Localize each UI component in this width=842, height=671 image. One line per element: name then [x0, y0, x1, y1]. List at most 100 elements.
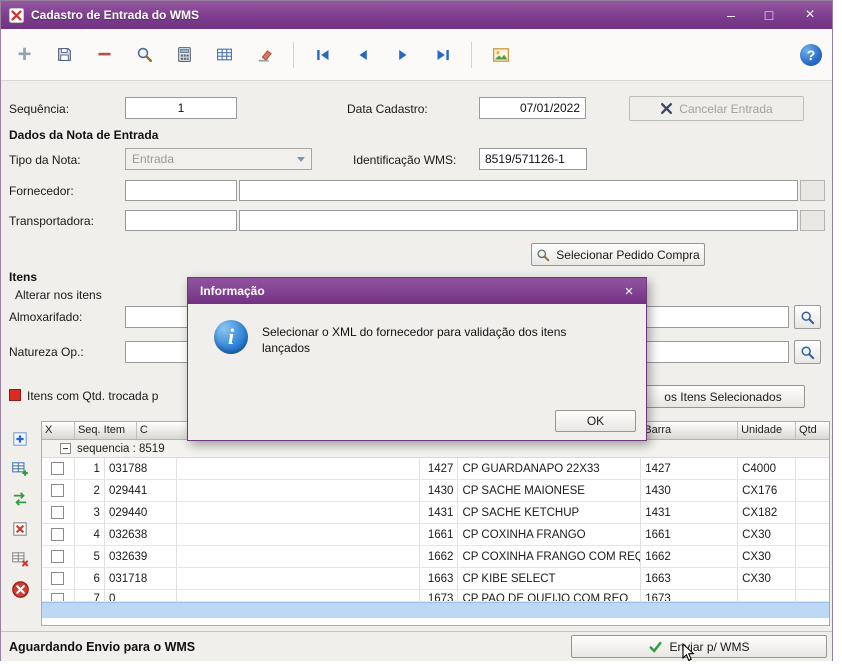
cell-barra: 1661 [641, 524, 738, 545]
calculator-button[interactable] [169, 39, 200, 70]
row-checkbox[interactable] [51, 572, 64, 585]
itens-selecionados-button[interactable]: os Itens Selecionados [641, 385, 805, 408]
cell-codigo: 029441 [105, 480, 177, 501]
grid-add-rows-button[interactable] [6, 455, 34, 483]
row-checkbox[interactable] [51, 462, 64, 475]
dialog-title: Informação [200, 284, 265, 298]
nav-last-button[interactable] [427, 39, 458, 70]
toolbar: + − ? [1, 29, 832, 81]
dialog-ok-button[interactable]: OK [555, 410, 636, 432]
data-cadastro-label: Data Cadastro: [347, 102, 428, 116]
cell-barra: 1427 [641, 458, 738, 479]
delete-button[interactable]: − [89, 39, 120, 70]
transportadora-name-input[interactable] [239, 210, 798, 231]
fornecedor-code-input[interactable] [125, 180, 237, 201]
header-unidade[interactable]: Unidade [738, 422, 796, 439]
almoxarifado-search-button[interactable] [794, 305, 821, 329]
table-row[interactable]: 5 032639 1662 CP COXINHA FRANGO COM REQ … [42, 546, 829, 568]
nav-previous-button[interactable] [347, 39, 378, 70]
eraser-button[interactable] [249, 39, 280, 70]
transportadora-code-input[interactable] [125, 210, 237, 231]
mouse-cursor-icon [682, 643, 695, 662]
grid-view-button[interactable] [209, 39, 240, 70]
grid-icon [216, 46, 233, 63]
alterar-itens-label: Alterar nos itens [15, 288, 102, 302]
cancelar-entrada-button[interactable]: Cancelar Entrada [629, 96, 804, 121]
row-checkbox[interactable] [51, 550, 64, 563]
save-button[interactable] [49, 39, 80, 70]
fornecedor-lookup-button[interactable] [800, 180, 825, 201]
toolbar-separator [293, 42, 294, 68]
row-checkbox[interactable] [51, 506, 64, 519]
transportadora-lookup-button[interactable] [800, 210, 825, 231]
natureza-op-label: Natureza Op.: [9, 345, 84, 359]
row-checkbox-cell [42, 590, 75, 601]
nav-last-icon [435, 47, 451, 63]
cell-hidden [177, 546, 420, 567]
row-checkbox-cell [42, 480, 75, 501]
enviar-wms-button[interactable]: Enviar p/ WMS [571, 635, 827, 658]
grid-delete-row-button[interactable] [6, 515, 34, 543]
add-button[interactable]: + [9, 39, 40, 70]
row-checkbox[interactable] [51, 593, 64, 601]
cell-barra: 1673 [641, 590, 738, 601]
natureza-search-button[interactable] [794, 340, 821, 364]
cell-unidade: CX30 [738, 524, 796, 545]
row-checkbox[interactable] [51, 528, 64, 541]
table-row[interactable]: 7 0 1673 CP PAO DE QUEIJO COM REQ 1673 [42, 590, 829, 602]
almoxarifado-label: Almoxarifado: [9, 310, 82, 324]
selecionar-pedido-button[interactable]: Selecionar Pedido Compra [531, 243, 705, 266]
cell-unidade: CX176 [738, 480, 796, 501]
nav-next-button[interactable] [387, 39, 418, 70]
collapse-icon[interactable] [60, 443, 71, 454]
cell-produto-codigo: 1673 [420, 590, 459, 601]
transportadora-label: Transportadora: [9, 214, 94, 228]
cell-unidade: CX30 [738, 568, 796, 589]
tipo-nota-select[interactable]: Entrada [125, 148, 312, 170]
cancelar-entrada-label: Cancelar Entrada [679, 102, 772, 116]
dialog-close-button[interactable]: × [614, 278, 644, 304]
grid-cancel-rows-button[interactable] [6, 575, 34, 603]
cell-codigo: 029440 [105, 502, 177, 523]
search-button[interactable] [129, 39, 160, 70]
search-icon [800, 310, 815, 325]
header-qtd[interactable]: Qtd [796, 422, 829, 439]
grid-add-row-button[interactable] [6, 425, 34, 453]
table-row[interactable]: 3 029440 1431 CP SACHE KETCHUP 1431 CX18… [42, 502, 829, 524]
table-row[interactable]: 2 029441 1430 CP SACHE MAIONESE 1430 CX1… [42, 480, 829, 502]
fornecedor-label: Fornecedor: [9, 184, 74, 198]
nav-first-button[interactable] [307, 39, 338, 70]
header-barra[interactable]: Barra [641, 422, 738, 439]
cell-descricao: CP SACHE KETCHUP [458, 502, 641, 523]
sequencia-label: Sequência: [9, 102, 69, 116]
table-row[interactable]: 1 031788 1427 CP GUARDANAPO 22X33 1427 C… [42, 458, 829, 480]
cell-codigo: 032639 [105, 546, 177, 567]
cell-produto-codigo: 1431 [420, 502, 459, 523]
sequencia-input[interactable] [125, 97, 237, 119]
cell-seq-item: 4 [75, 524, 105, 545]
fornecedor-name-input[interactable] [239, 180, 798, 201]
table-row[interactable]: 4 032638 1661 CP COXINHA FRANGO 1661 CX3… [42, 524, 829, 546]
grid-delete-rows-button[interactable] [6, 545, 34, 573]
cell-qtd [796, 502, 829, 523]
close-button[interactable]: × [788, 1, 832, 29]
header-seq-item[interactable]: Seq. Item [75, 422, 137, 439]
grid-group-row[interactable]: sequencia : 8519 [42, 440, 829, 458]
cell-barra: 1662 [641, 546, 738, 567]
help-button[interactable]: ? [800, 44, 822, 66]
header-x[interactable]: X [42, 422, 75, 439]
window-title: Cadastro de Entrada do WMS [31, 8, 199, 22]
add-row-icon [11, 430, 29, 448]
calculator-icon [176, 46, 193, 63]
image-button[interactable] [485, 39, 516, 70]
grid-swap-rows-button[interactable] [6, 485, 34, 513]
identificacao-wms-input[interactable] [479, 148, 587, 170]
row-checkbox[interactable] [51, 484, 64, 497]
cell-codigo: 031718 [105, 568, 177, 589]
group-row-label: sequencia : 8519 [77, 443, 165, 455]
table-row[interactable]: 6 031718 1663 CP KIBE SELECT 1663 CX30 [42, 568, 829, 590]
tipo-nota-label: Tipo da Nota: [9, 153, 81, 167]
data-cadastro-input[interactable] [479, 97, 586, 119]
maximize-button[interactable]: □ [750, 1, 788, 29]
minimize-button[interactable]: – [712, 1, 750, 29]
